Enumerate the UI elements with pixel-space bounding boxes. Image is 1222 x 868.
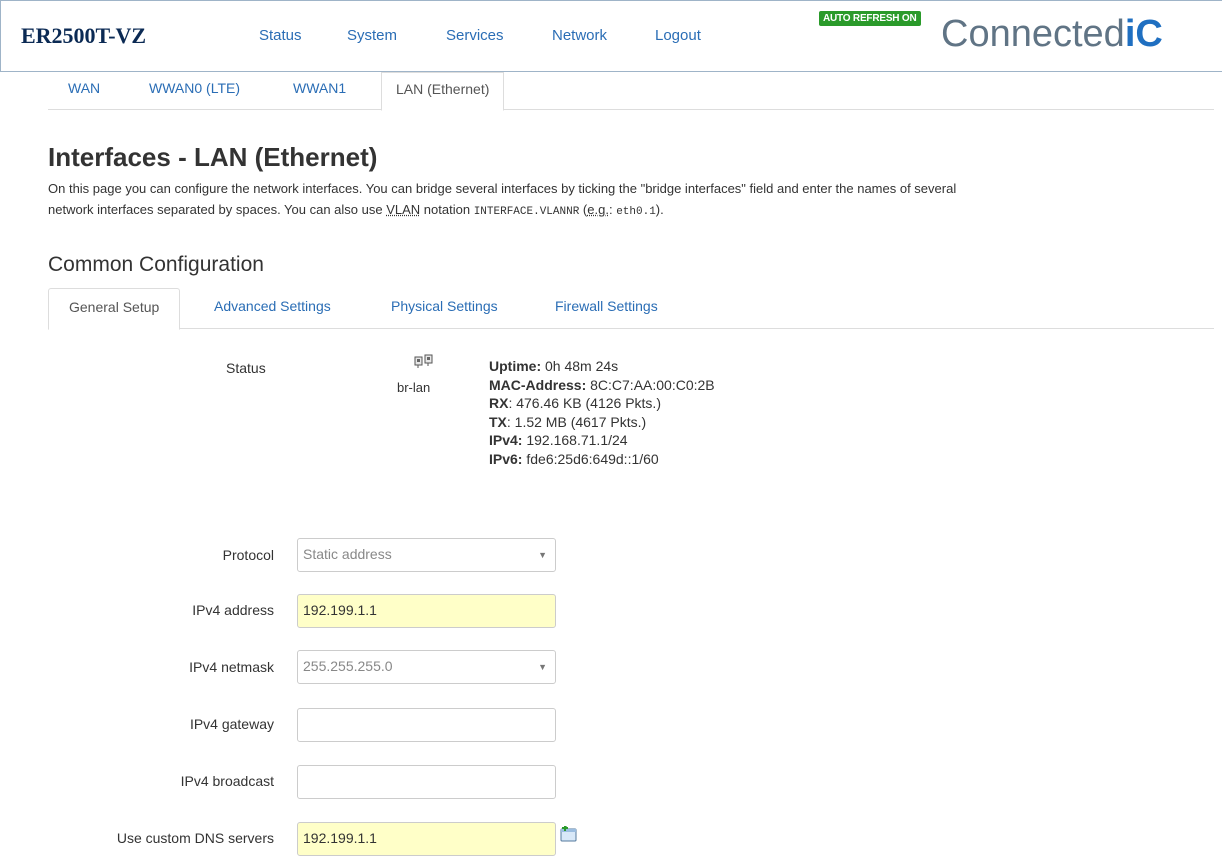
ipv4-key: IPv4: (489, 432, 523, 449)
uptime-key: Uptime: (489, 358, 542, 374)
tab-wan[interactable]: WAN (68, 80, 100, 96)
dns-label: Use custom DNS servers (116, 830, 274, 846)
mac-value: 8C:C7:AA:00:C0:2B (586, 376, 715, 393)
tab-wwan1[interactable]: WWAN1 (293, 80, 346, 96)
tx-row: TX: 1.52 MB (4617 Pkts.) (489, 413, 715, 432)
desc-line-1: On this page you can configure the netwo… (48, 181, 957, 196)
ipv4-broadcast-input[interactable] (297, 765, 556, 799)
ipv6-row: IPv6: fde6:25d6:649d::1/60 (489, 450, 715, 469)
config-tabs: General Setup Advanced Settings Physical… (48, 288, 1214, 330)
tx-value: : 1.52 MB (4617 Pkts.) (506, 413, 647, 430)
tab-advanced-settings[interactable]: Advanced Settings (214, 298, 331, 314)
tx-key: TX (489, 413, 507, 430)
status-details: Uptime: 0h 48m 24s MAC-Address: 8C:C7:AA… (489, 357, 715, 469)
netmask-value: 255.255.255.0 (303, 658, 393, 674)
network-bridge-icon (414, 354, 433, 368)
nav-status[interactable]: Status (259, 27, 302, 44)
protocol-select[interactable]: Static address ▼ (297, 538, 556, 572)
ipv4-row: IPv4: 192.168.71.1/24 (489, 431, 715, 450)
ipv6-value: fde6:25d6:649d::1/60 (522, 450, 659, 467)
desc-text: network interfaces separated by spaces. … (48, 202, 387, 217)
tab-general-setup[interactable]: General Setup (48, 288, 181, 330)
nav-services[interactable]: Services (446, 27, 504, 44)
mac-row: MAC-Address: 8C:C7:AA:00:C0:2B (489, 376, 715, 395)
uptime-row: Uptime: 0h 48m 24s (489, 357, 715, 376)
rx-value: : 476.46 KB (4126 Pkts.) (508, 395, 661, 412)
tab-lan-ethernet[interactable]: LAN (Ethernet) (381, 72, 505, 111)
ipv6-key: IPv6: (489, 450, 523, 467)
dns-server-input[interactable]: 192.199.1.1 (297, 822, 556, 856)
add-entry-icon[interactable] (560, 826, 578, 842)
uptime-value: 0h 48m 24s (541, 358, 619, 374)
nav-network[interactable]: Network (552, 27, 607, 44)
ipv4-broadcast-label: IPv4 broadcast (180, 773, 274, 789)
desc-text: ). (655, 202, 664, 217)
auto-refresh-badge[interactable]: AUTO REFRESH ON (819, 11, 921, 26)
tab-wwan0[interactable]: WWAN0 (LTE) (149, 80, 240, 96)
ipv4-value: 192.168.71.1/24 (522, 432, 628, 449)
chevron-down-icon: ▼ (538, 662, 547, 672)
ipv4-netmask-label: IPv4 netmask (189, 659, 274, 675)
mac-key: MAC-Address: (489, 376, 587, 393)
interface-tabs: WAN WWAN0 (LTE) WWAN1 LAN (Ethernet) (48, 72, 1214, 111)
ipv4-address-input[interactable]: 192.199.1.1 (297, 594, 556, 628)
desc-text: notation (420, 202, 474, 217)
tab-firewall-settings[interactable]: Firewall Settings (555, 298, 658, 314)
ipv4-address-label: IPv4 address (192, 602, 274, 618)
vlan-abbr: VLAN (386, 202, 421, 217)
logo-mark: iC (1124, 13, 1163, 55)
protocol-label: Protocol (222, 547, 274, 563)
ipv4-gateway-label: IPv4 gateway (189, 716, 274, 732)
eg-abbr: e.g. (587, 202, 609, 217)
nav-system[interactable]: System (347, 27, 397, 44)
rx-key: RX (489, 395, 509, 412)
rx-row: RX: 476.46 KB (4126 Pkts.) (489, 394, 715, 413)
device-name: ER2500T-VZ (21, 23, 147, 48)
desc-line-2: network interfaces separated by spaces. … (48, 199, 1208, 223)
ipv4-gateway-input[interactable] (297, 708, 556, 742)
interface-name: br-lan (397, 380, 431, 395)
code-eth0-1: eth0.1 (616, 206, 656, 218)
protocol-value: Static address (303, 546, 392, 562)
brand-logo: ConnectediC (941, 13, 1163, 56)
chevron-down-icon: ▼ (538, 550, 547, 560)
top-header: ER2500T-VZ Status System Services Networ… (0, 0, 1222, 72)
tab-physical-settings[interactable]: Physical Settings (391, 298, 498, 314)
status-label: Status (226, 360, 266, 376)
code-interface-vlannr: INTERFACE.VLANNR (473, 206, 580, 218)
section-title: Common Configuration (48, 253, 264, 276)
page-description: On this page you can configure the netwo… (48, 178, 1208, 223)
nav-logout[interactable]: Logout (655, 27, 701, 44)
page-title: Interfaces - LAN (Ethernet) (48, 142, 378, 172)
ipv4-netmask-select[interactable]: 255.255.255.0 ▼ (297, 650, 556, 684)
logo-text: Connected (941, 13, 1125, 55)
